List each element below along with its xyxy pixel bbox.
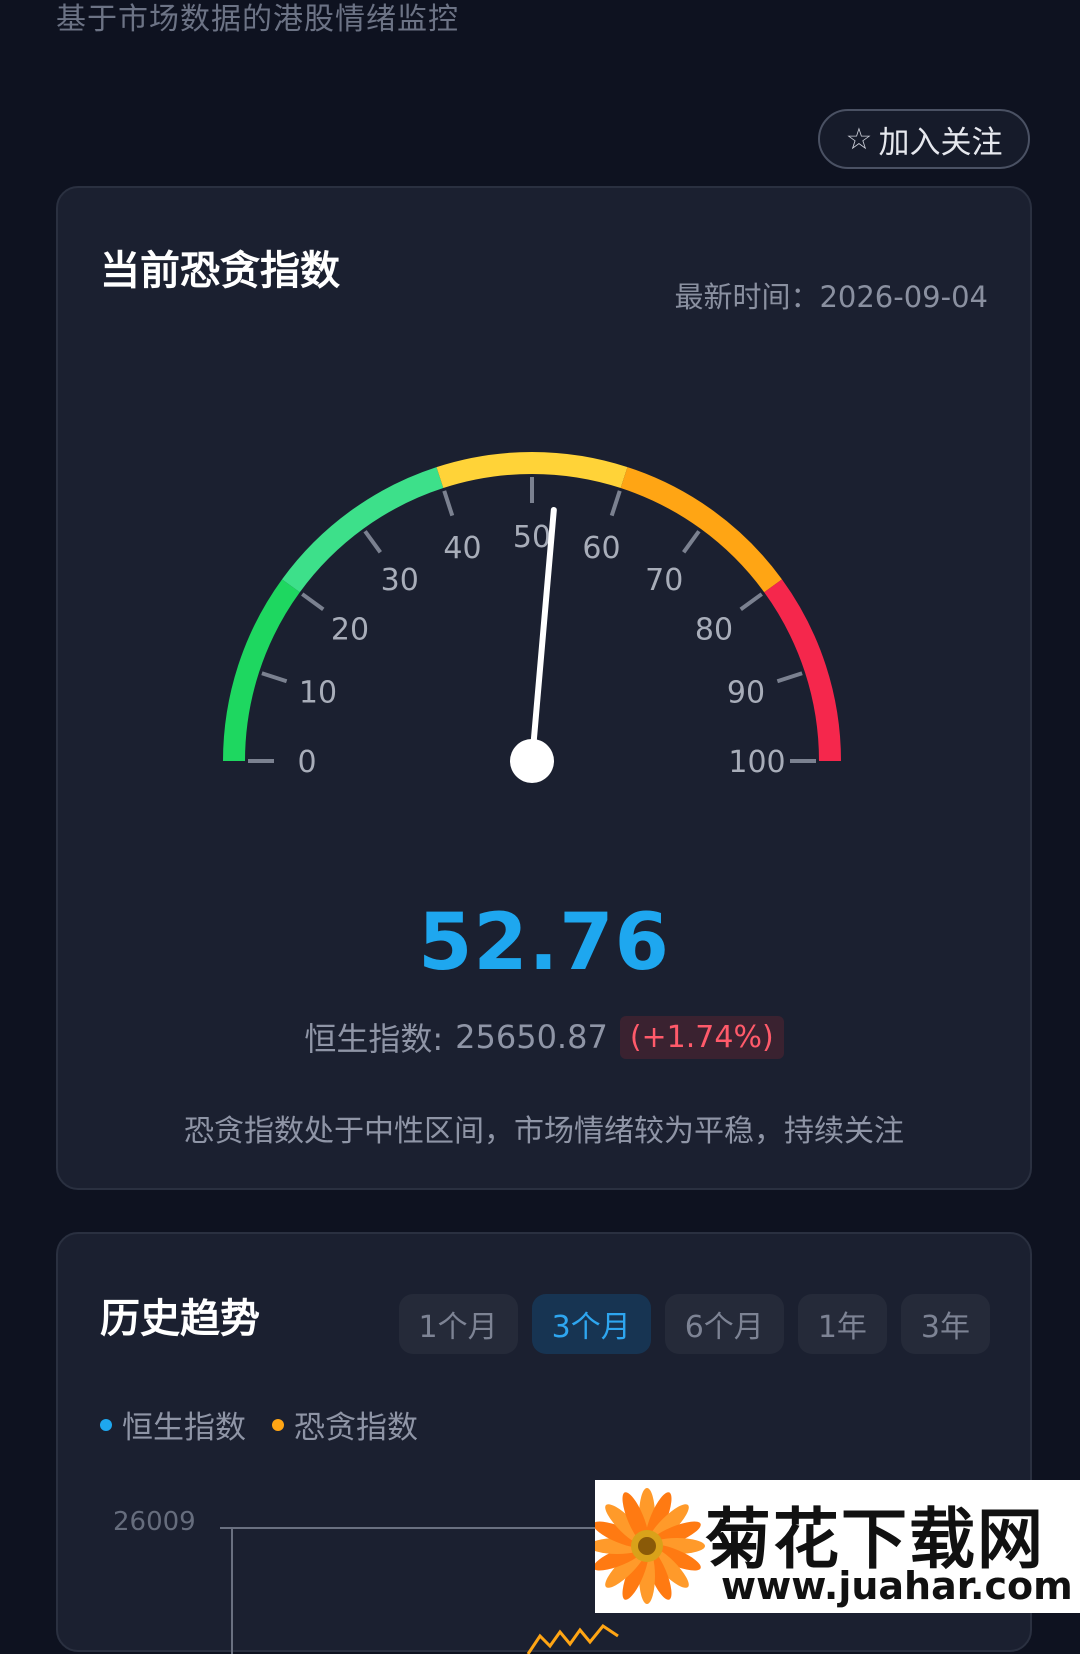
gauge-tick (776, 671, 803, 684)
gauge-tick (261, 671, 288, 684)
gauge-tick-label: 90 (727, 675, 765, 710)
gauge-tick (301, 592, 325, 611)
gauge-tick (609, 490, 622, 517)
follow-button[interactable]: ☆ 加入关注 (818, 109, 1030, 169)
gauge-tick-label: 30 (381, 563, 419, 598)
page-subtitle: 基于市场数据的港股情绪监控 (56, 2, 459, 37)
hsi-value: 25650.87 (455, 1018, 608, 1056)
gauge-tick (363, 530, 382, 554)
gauge-tick-label: 40 (443, 531, 481, 566)
gauge-tick (682, 530, 701, 554)
gauge-tick-label: 100 (728, 745, 785, 780)
watermark-url: www.juahar.com (721, 1564, 1073, 1608)
hsi-summary: 恒生指数: 25650.87 (+1.74%) (58, 1014, 1030, 1060)
hsi-change-badge: (+1.74%) (619, 1015, 784, 1059)
gauge-tick-label: 60 (582, 531, 620, 566)
flower-icon (595, 1488, 705, 1604)
fear-greed-series-line (526, 1623, 619, 1654)
gauge-tick (739, 592, 763, 611)
gauge-tick-label: 20 (331, 613, 369, 648)
fear-greed-value: 52.76 (418, 898, 670, 988)
follow-button-label: 加入关注 (878, 124, 1003, 161)
hsi-label: 恒生指数: (304, 1020, 444, 1058)
gauge-tick-label: 70 (645, 563, 683, 598)
gauge-arcs (223, 452, 841, 762)
gauge-tick (442, 490, 455, 517)
fear-greed-card: 当前恐贪指数 最新时间：2026-09-04 0 10 20 30 40 50 60 70 80… (56, 186, 1032, 1190)
fear-greed-gauge: 0 10 20 30 40 50 60 70 80 90 100 (223, 452, 841, 783)
gauge-needle-hub (510, 739, 554, 783)
gauge-tick-label: 50 (513, 520, 551, 555)
gauge-tick-label: 10 (299, 675, 337, 710)
arc-neutral (436, 452, 628, 489)
watermark-logo: 菊花下载网 www.juahar.com (595, 1480, 1080, 1613)
gauge-tick-label: 0 (297, 745, 316, 780)
gauge-tick-label: 80 (695, 613, 733, 648)
star-outline-icon: ☆ (845, 121, 873, 157)
sentiment-comment: 恐贪指数处于中性区间，市场情绪较为平稳，持续关注 (184, 1114, 904, 1149)
